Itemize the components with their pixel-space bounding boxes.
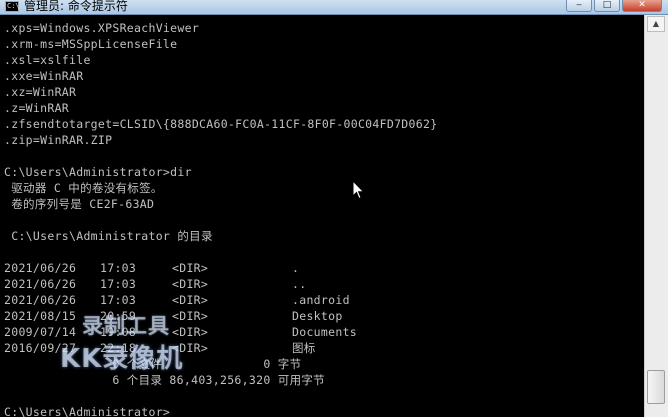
command-prompt[interactable]: C:\Users\Administrator>	[4, 404, 170, 417]
directory-of-line: C:\Users\Administrator 的目录	[4, 229, 213, 243]
entry-name: 图标	[292, 341, 316, 355]
entry-date: 2021/06/26	[4, 293, 77, 307]
entry-date: 2016/09/27	[4, 341, 77, 355]
entry-date: 2021/06/26	[4, 261, 77, 275]
entry-date: 2021/06/26	[4, 277, 77, 291]
entry-time: 19:08	[100, 325, 137, 339]
dir-entry-row: 2021/08/15 20:59 <DIR> Desktop	[4, 308, 624, 324]
entry-date: 2021/08/15	[4, 309, 77, 323]
prompt-dir-command: C:\Users\Administrator>dir	[4, 165, 192, 179]
scrollbar-thumb[interactable]	[647, 370, 665, 404]
entry-date: 2009/07/14	[4, 325, 77, 339]
close-button[interactable]: ✕	[622, 0, 662, 12]
entry-type: <DIR>	[172, 293, 209, 307]
mouse-pointer-icon	[352, 180, 365, 200]
console-line: .xsl=xslfile	[4, 53, 91, 67]
entry-type: <DIR>	[172, 261, 209, 275]
window-title: 管理员: 命令提示符	[24, 0, 128, 13]
entry-time: 20:59	[100, 309, 137, 323]
volume-serial-line: 卷的序列号是 CE2F-63AD	[4, 197, 155, 211]
entry-type: <DIR>	[172, 341, 209, 355]
entry-name: Documents	[292, 325, 358, 339]
dir-entry-row: 2021/06/26 17:03 <DIR> .android	[4, 292, 624, 308]
dir-entry-row: 2021/06/26 17:03 <DIR> .	[4, 260, 624, 276]
console-line: .z=WinRAR	[4, 101, 70, 115]
scroll-up-arrow-icon[interactable]: ▲	[647, 16, 665, 32]
console-line: .xz=WinRAR	[4, 85, 77, 99]
cmd-app-icon[interactable]: C:\	[5, 1, 20, 12]
entry-type: <DIR>	[172, 309, 209, 323]
window-controls: ‒ □ ✕	[564, 0, 662, 13]
maximize-button[interactable]: □	[594, 0, 620, 12]
console-line: .zfsendtotarget=CLSID\{888DCA60-FC0A-11C…	[4, 117, 438, 131]
entry-time: 17:03	[100, 293, 137, 307]
title-bar[interactable]: C:\ 管理员: 命令提示符 ‒ □ ✕	[0, 0, 668, 15]
entry-name: .android	[292, 293, 350, 307]
entry-name: ..	[292, 277, 307, 291]
console-line: .xxe=WinRAR	[4, 69, 84, 83]
console-line: .xrm-ms=MSSppLicenseFile	[4, 37, 178, 51]
console-line: .zip=WinRAR.ZIP	[4, 133, 113, 147]
dirs-summary-line: 6 个目录 86,403,256,320 可用字节	[4, 373, 325, 387]
entry-type: <DIR>	[172, 325, 209, 339]
console-line: .xps=Windows.XPSReachViewer	[4, 21, 200, 35]
entry-type: <DIR>	[172, 277, 209, 291]
minimize-button[interactable]: ‒	[566, 0, 592, 12]
entry-time: 17:03	[100, 261, 137, 275]
dir-entry-row: 2021/06/26 17:03 <DIR> ..	[4, 276, 624, 292]
volume-label-line: 驱动器 C 中的卷没有标签。	[4, 181, 163, 195]
entry-time: 17:03	[100, 277, 137, 291]
files-summary-line: 0 个文件 0 字节	[4, 357, 302, 371]
entry-name: .	[292, 261, 300, 275]
dir-entry-row: 2009/07/14 19:08 <DIR> Documents	[4, 324, 624, 340]
dir-entry-row: 2016/09/27 22:18 <DIR> 图标	[4, 340, 624, 356]
entry-name: Desktop	[292, 309, 343, 323]
entry-time: 22:18	[100, 341, 137, 355]
console-output[interactable]: .xps=Windows.XPSReachViewer .xrm-ms=MSSp…	[0, 15, 644, 417]
vertical-scrollbar[interactable]: ▲	[644, 15, 668, 417]
